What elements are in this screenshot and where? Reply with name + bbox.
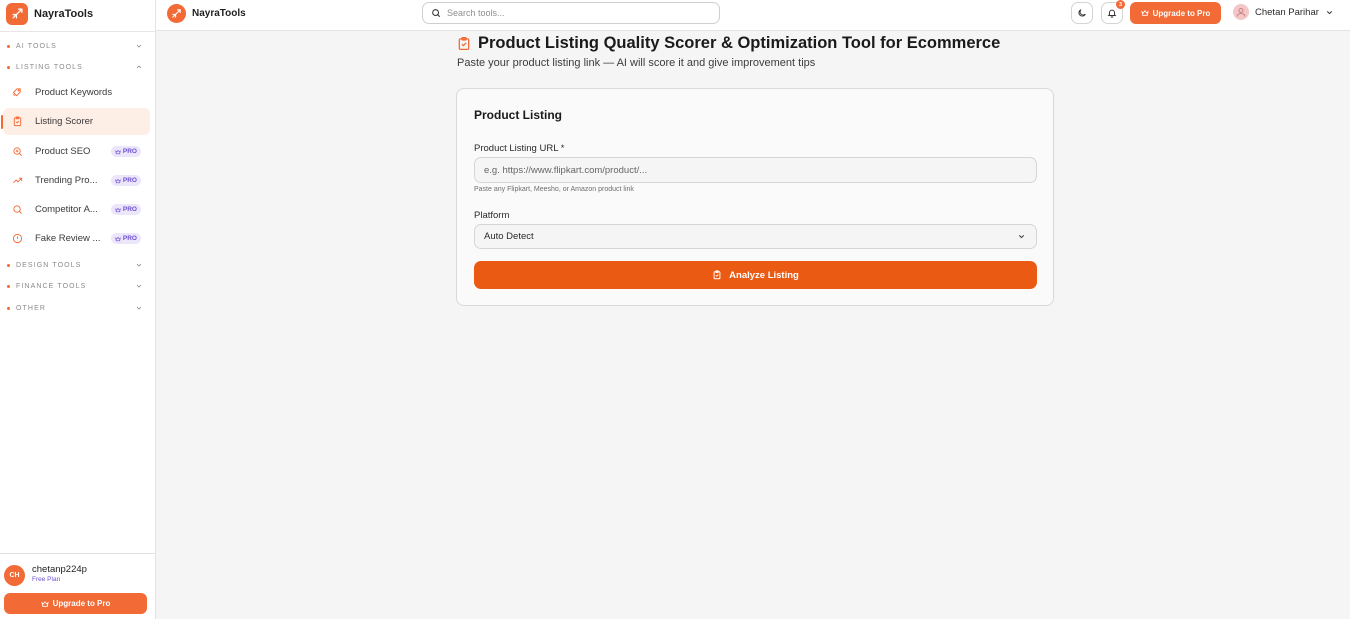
search-box[interactable] (422, 2, 720, 24)
sidebar-item-trending-products[interactable]: Trending Pro... PRO (0, 167, 155, 194)
section-dot (7, 44, 10, 48)
pro-badge: PRO (110, 146, 141, 157)
logo-icon (6, 2, 28, 25)
avatar[interactable]: CH (4, 565, 25, 586)
sidebar-item-label: Fake Review ... (35, 233, 101, 244)
chevron-down-icon (1018, 235, 1025, 239)
url-field-label: Product Listing URL * (474, 143, 565, 154)
crown-icon (115, 236, 121, 241)
chevron-down-icon (136, 306, 142, 310)
chevron-down-icon (136, 263, 142, 267)
user-menu[interactable]: Chetan Parihar (1233, 4, 1334, 20)
sidebar-item-label: Trending Pro... (35, 175, 98, 186)
chevron-down-icon (136, 44, 142, 48)
search-icon (432, 9, 441, 18)
analyze-listing-button[interactable]: Analyze Listing (474, 261, 1037, 289)
product-url-input[interactable] (474, 157, 1037, 183)
crown-icon (1140, 9, 1149, 16)
pro-badge-label: PRO (122, 177, 137, 184)
crown-icon (40, 600, 49, 607)
analyze-listing-label: Analyze Listing (729, 269, 799, 281)
section-label: DESIGN TOOLS (16, 261, 82, 269)
product-listing-card: Product Listing Product Listing URL * Pa… (456, 88, 1054, 306)
pro-badge: PRO (110, 204, 141, 215)
chevron-down-icon (1326, 10, 1332, 14)
section-dot (7, 263, 10, 267)
user-avatar-icon (1236, 8, 1246, 17)
page-title-row: Product Listing Quality Scorer & Optimiz… (457, 34, 1000, 53)
clipboard-icon (713, 270, 721, 280)
section-ai-tools[interactable]: AI TOOLS (0, 39, 155, 53)
upgrade-button[interactable]: Upgrade to Pro (1130, 2, 1221, 24)
section-dot (7, 284, 10, 288)
page-subtitle: Paste your product listing link — AI wil… (457, 57, 816, 69)
sidebar-item-label: Product SEO (35, 146, 91, 157)
notification-badge: 3 (1116, 0, 1125, 9)
alert-circle-icon (12, 233, 23, 244)
username: chetanp224p (32, 564, 87, 575)
url-hint: Paste any Flipkart, Meesho, or Amazon pr… (474, 186, 634, 193)
plan-label: Free Plan (32, 576, 61, 583)
chevron-up-icon (136, 65, 142, 69)
topbar: NayraTools 3 Upgrade to Pro Chetan Parih… (156, 0, 1350, 31)
sidebar: NayraTools AI TOOLS LISTING TOOLS Produc… (0, 0, 156, 619)
sidebar-item-product-keywords[interactable]: Product Keywords (0, 79, 155, 106)
moon-icon (1078, 9, 1086, 17)
sidebar-item-label: Product Keywords (35, 87, 113, 98)
sidebar-brand[interactable]: NayraTools (0, 0, 155, 27)
section-finance-tools[interactable]: FINANCE TOOLS (0, 279, 155, 293)
sidebar-item-fake-review[interactable]: Fake Review ... PRO (0, 225, 155, 252)
topbar-brand[interactable]: NayraTools (192, 8, 246, 19)
pro-badge-label: PRO (122, 148, 137, 155)
section-label: AI TOOLS (16, 42, 57, 50)
crown-icon (115, 178, 121, 183)
logo-icon[interactable] (167, 4, 186, 23)
card-title: Product Listing (474, 108, 562, 122)
section-listing-tools[interactable]: LISTING TOOLS (0, 60, 155, 74)
search-zoom-icon (12, 146, 23, 157)
sidebar-footer: CH chetanp224p Free Plan Upgrade to Pro (0, 553, 155, 619)
section-dot (7, 306, 10, 310)
platform-select[interactable]: Auto Detect (474, 224, 1037, 249)
trending-up-icon (12, 175, 23, 186)
search-icon (12, 204, 23, 215)
pro-badge-label: PRO (122, 206, 137, 213)
section-label: LISTING TOOLS (16, 63, 83, 71)
sidebar-item-product-seo[interactable]: Product SEO PRO (0, 138, 155, 165)
crown-icon (115, 149, 121, 154)
section-other[interactable]: OTHER (0, 301, 155, 315)
bell-icon (1107, 9, 1117, 18)
sidebar-item-label: Listing Scorer (35, 116, 94, 127)
clipboard-check-icon (458, 37, 470, 50)
brand-name: NayraTools (34, 7, 94, 20)
tags-icon (12, 87, 23, 98)
theme-toggle-button[interactable] (1071, 2, 1093, 24)
pro-badge-label: PRO (122, 235, 137, 242)
pro-badge: PRO (110, 175, 141, 186)
upgrade-button-label: Upgrade to Pro (1152, 8, 1211, 18)
user-name: Chetan Parihar (1255, 6, 1319, 18)
platform-selected-value: Auto Detect (484, 231, 534, 242)
platform-field-label: Platform (474, 210, 510, 221)
sidebar-item-listing-scorer[interactable]: Listing Scorer (1, 108, 150, 135)
avatar (1233, 4, 1249, 20)
section-dot (7, 65, 10, 69)
sidebar-upgrade-label: Upgrade to Pro (52, 599, 111, 608)
sidebar-upgrade-button[interactable]: Upgrade to Pro (4, 593, 147, 614)
sidebar-item-label: Competitor A... (35, 204, 98, 215)
sidebar-item-competitor-analysis[interactable]: Competitor A... PRO (0, 196, 155, 223)
page-title: Product Listing Quality Scorer & Optimiz… (478, 34, 1001, 52)
chevron-down-icon (136, 284, 142, 288)
search-input[interactable] (447, 8, 707, 18)
sidebar-divider (0, 31, 155, 32)
pro-badge: PRO (110, 233, 141, 244)
notifications-button[interactable]: 3 (1101, 0, 1125, 24)
section-label: FINANCE TOOLS (16, 282, 87, 290)
clipboard-icon (12, 116, 23, 127)
crown-icon (115, 207, 121, 212)
section-design-tools[interactable]: DESIGN TOOLS (0, 258, 155, 272)
section-label: OTHER (16, 304, 46, 312)
